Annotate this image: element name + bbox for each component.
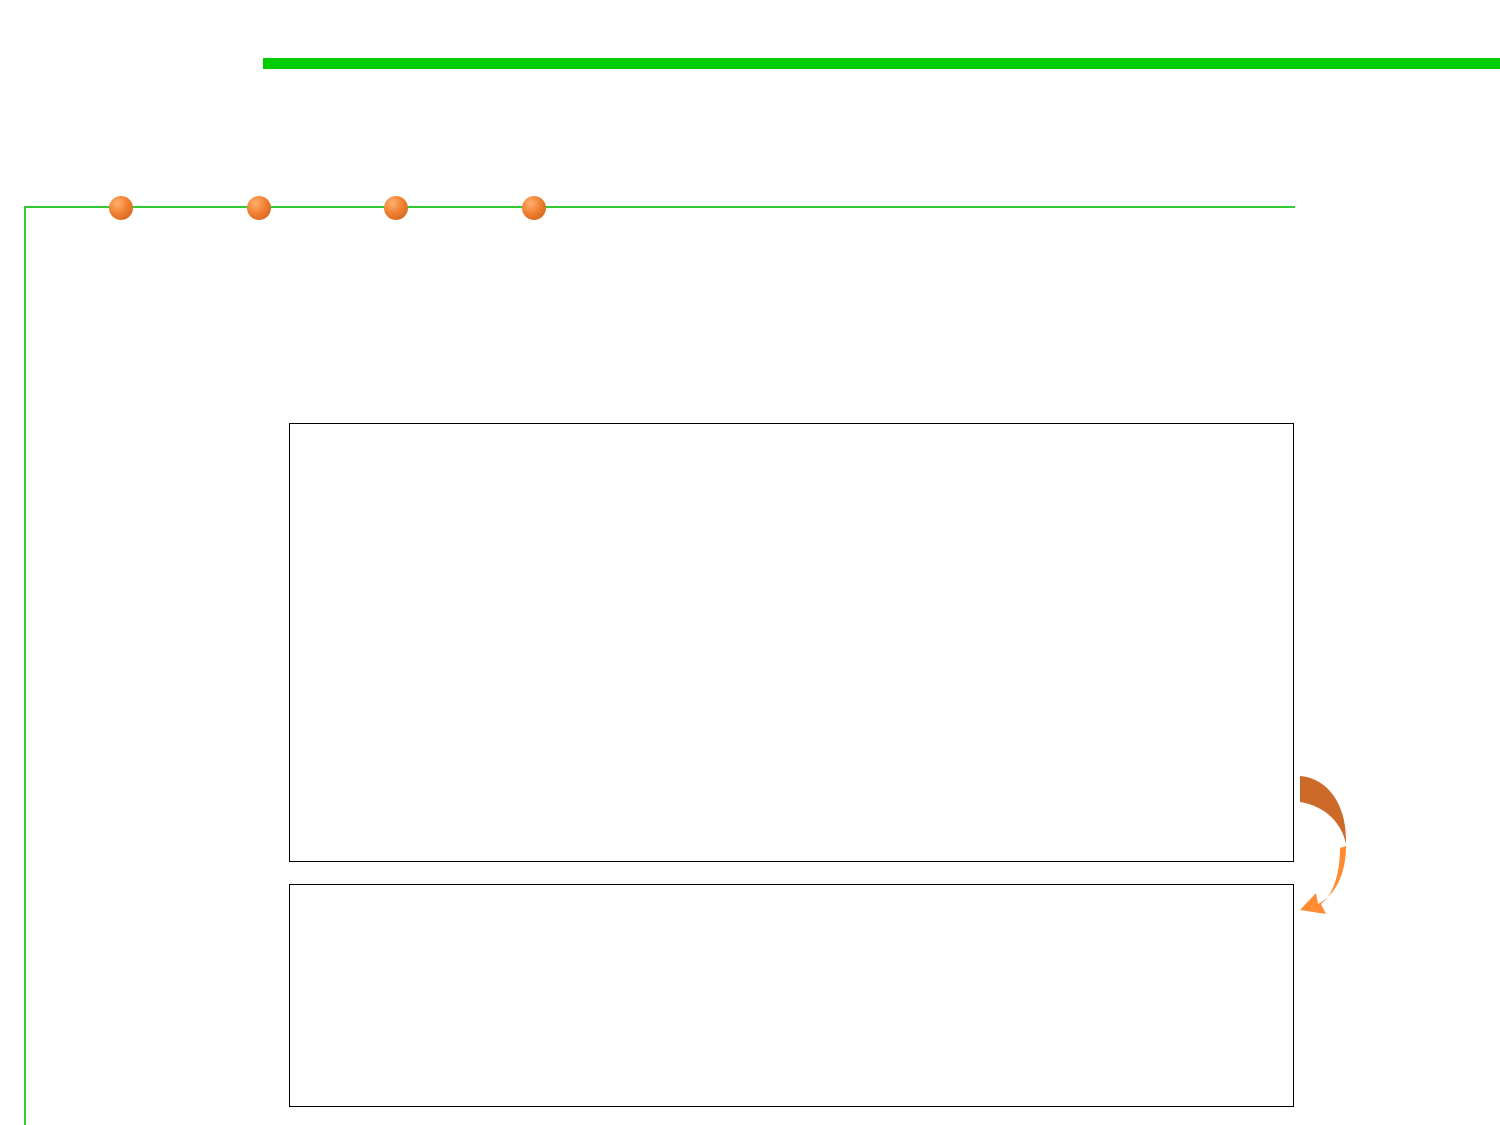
curved-arrow-upper-segment xyxy=(1300,776,1346,844)
curved-arrow-icon xyxy=(1300,776,1346,914)
bullet-dot-4 xyxy=(522,196,546,220)
upper-content-box xyxy=(289,423,1294,862)
lower-content-box xyxy=(289,884,1294,1107)
title-underline-bar xyxy=(263,58,1500,69)
bullet-dot-2 xyxy=(247,196,271,220)
horizontal-rule xyxy=(24,206,1295,208)
vertical-rule xyxy=(24,206,26,1125)
curved-arrow-lower-segment xyxy=(1300,846,1346,914)
bullet-dot-3 xyxy=(384,196,408,220)
bullet-dot-1 xyxy=(109,196,133,220)
